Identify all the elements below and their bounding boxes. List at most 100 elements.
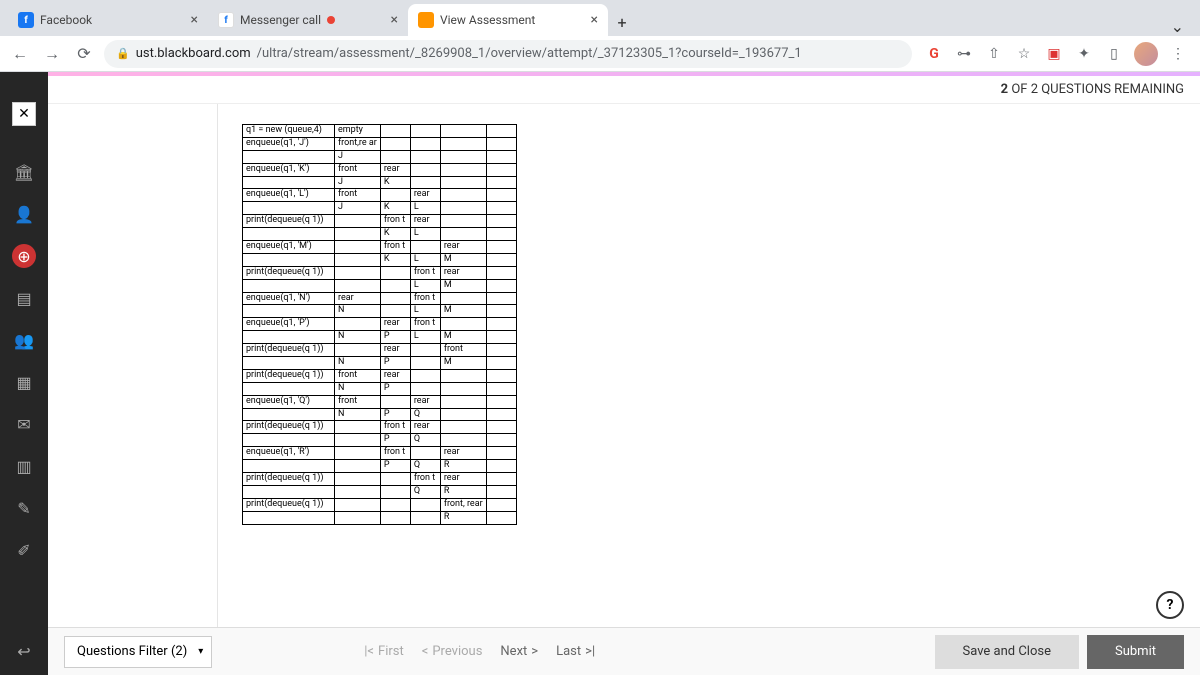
table-cell: P [380, 331, 410, 344]
previous-button[interactable]: < Previous [422, 644, 483, 659]
table-cell: fron t [410, 266, 440, 279]
table-cell [380, 305, 410, 318]
table-cell [335, 460, 381, 473]
grades-icon[interactable]: ▥ [12, 454, 36, 478]
table-cell [486, 473, 516, 486]
table-cell [380, 473, 410, 486]
table-cell: L [410, 228, 440, 241]
help-button[interactable]: ? [1156, 591, 1184, 619]
table-cell: P [380, 357, 410, 370]
table-cell: R [440, 460, 486, 473]
capture-icon[interactable]: ▣ [1044, 44, 1064, 64]
forward-button[interactable]: → [40, 42, 64, 66]
tab-assessment[interactable]: View Assessment × [408, 4, 608, 36]
save-and-close-button[interactable]: Save and Close [935, 635, 1079, 669]
table-cell: M [440, 357, 486, 370]
table-cell: enqueue(q1, 'M') [243, 241, 335, 254]
next-button[interactable]: Next > [500, 644, 538, 659]
new-tab-button[interactable]: + [608, 8, 636, 36]
tab-facebook[interactable]: f Facebook × [8, 4, 208, 36]
table-cell: Q [410, 408, 440, 421]
first-button[interactable]: |< First [364, 644, 404, 659]
table-cell [440, 176, 486, 189]
table-cell [410, 382, 440, 395]
key-icon[interactable]: ⊶ [954, 44, 974, 64]
submit-button[interactable]: Submit [1087, 635, 1184, 669]
table-cell: M [440, 305, 486, 318]
table-cell [440, 189, 486, 202]
table-cell [486, 292, 516, 305]
table-cell: P [380, 460, 410, 473]
profile-avatar[interactable] [1134, 42, 1158, 66]
answer-sidebar [48, 104, 218, 627]
table-cell [440, 202, 486, 215]
back-button[interactable]: ← [8, 42, 32, 66]
table-cell: L [410, 253, 440, 266]
table-cell: print(dequeue(q 1)) [243, 266, 335, 279]
tools-icon[interactable]: ✎ [12, 496, 36, 520]
institution-icon[interactable]: 🏛 [12, 160, 36, 184]
table-cell: enqueue(q1, 'K') [243, 163, 335, 176]
table-cell [410, 125, 440, 138]
table-cell [440, 137, 486, 150]
reader-icon[interactable]: ▯ [1104, 44, 1124, 64]
chevron-down-icon[interactable]: ⌄ [1171, 17, 1184, 36]
courses-icon[interactable]: ▤ [12, 286, 36, 310]
table-cell [243, 511, 335, 524]
table-cell: N [335, 331, 381, 344]
profile-icon[interactable]: 👤 [12, 202, 36, 226]
calendar-icon[interactable]: ▦ [12, 370, 36, 394]
table-cell: L [410, 279, 440, 292]
table-cell: enqueue(q1, 'P') [243, 318, 335, 331]
table-cell [335, 266, 381, 279]
tab-messenger[interactable]: f Messenger call × [208, 4, 408, 36]
table-cell: rear [410, 421, 440, 434]
last-button[interactable]: Last >| [556, 644, 595, 659]
table-cell [486, 357, 516, 370]
questions-filter-dropdown[interactable]: Questions Filter (2) [64, 636, 212, 668]
table-cell [486, 395, 516, 408]
table-cell: fron t [410, 292, 440, 305]
table-cell [380, 125, 410, 138]
table-cell [440, 318, 486, 331]
table-cell [410, 241, 440, 254]
close-assessment-button[interactable]: ✕ [12, 102, 36, 126]
close-icon[interactable]: × [191, 12, 198, 28]
close-icon[interactable]: × [591, 12, 598, 28]
share-icon[interactable]: ⇧ [984, 44, 1004, 64]
activity-icon[interactable]: ⊕ [12, 244, 36, 268]
blackboard-nav: 🏛 👤 ⊕ ▤ 👥 ▦ ✉ ▥ ✎ ✐ ↩ [0, 72, 48, 675]
assessment-footer: Questions Filter (2) |< First < Previous… [48, 627, 1200, 675]
table-cell: front [440, 344, 486, 357]
table-cell [335, 241, 381, 254]
table-cell [243, 382, 335, 395]
groups-icon[interactable]: 👥 [12, 328, 36, 352]
assist-icon[interactable]: ✐ [12, 538, 36, 562]
table-cell [486, 228, 516, 241]
extensions-icon[interactable]: ✦ [1074, 44, 1094, 64]
reload-button[interactable]: ⟳ [72, 42, 96, 66]
table-cell: N [335, 408, 381, 421]
table-cell [486, 331, 516, 344]
more-icon[interactable]: ⋮ [1168, 44, 1188, 64]
url-input[interactable]: 🔒 ust.blackboard.com/ultra/stream/assess… [104, 40, 912, 68]
star-icon[interactable]: ☆ [1014, 44, 1034, 64]
table-cell [410, 150, 440, 163]
signout-icon[interactable]: ↩ [12, 639, 36, 663]
table-cell: R [440, 511, 486, 524]
table-cell [410, 176, 440, 189]
close-icon[interactable]: × [391, 12, 398, 28]
table-cell [380, 279, 410, 292]
table-cell: front [335, 369, 381, 382]
table-cell: front [335, 189, 381, 202]
messages-icon[interactable]: ✉ [12, 412, 36, 436]
google-icon[interactable]: G [924, 44, 944, 64]
table-cell [486, 150, 516, 163]
table-cell: rear [380, 344, 410, 357]
table-cell [486, 408, 516, 421]
table-cell [486, 318, 516, 331]
table-cell: K [380, 253, 410, 266]
table-cell: J [335, 150, 381, 163]
table-cell: rear [335, 292, 381, 305]
table-cell [410, 369, 440, 382]
